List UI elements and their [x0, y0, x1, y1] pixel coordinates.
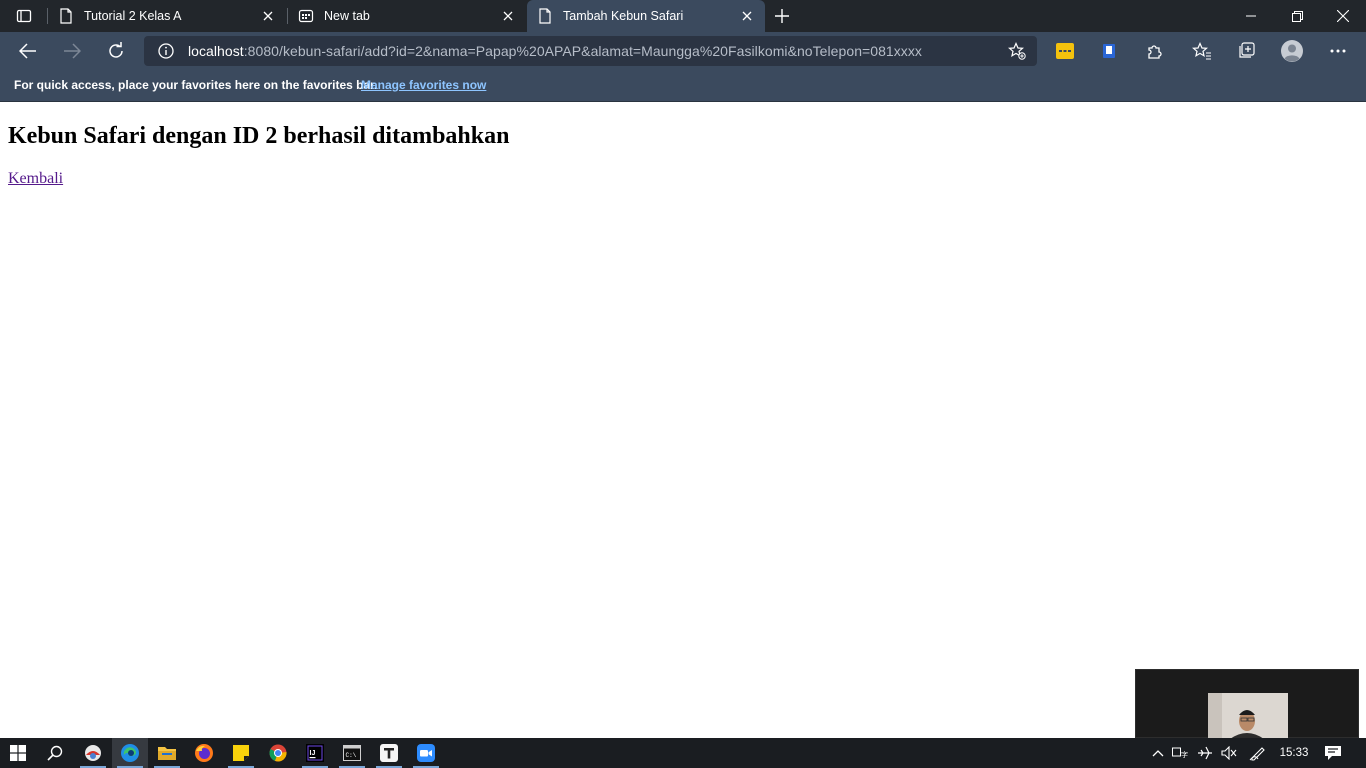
favorites-icon[interactable]	[1187, 36, 1217, 66]
reader-extension-icon[interactable]	[1094, 36, 1124, 66]
page-icon	[537, 8, 553, 24]
sticky-notes-icon[interactable]	[223, 738, 259, 768]
back-button[interactable]	[13, 36, 43, 66]
zoom-icon[interactable]	[408, 738, 444, 768]
add-favorite-icon[interactable]	[1007, 41, 1027, 61]
newtab-icon	[298, 8, 314, 24]
edge-icon[interactable]	[112, 738, 148, 768]
browser-toolbar: localhost:8080/kebun-safari/add?id=2&nam…	[0, 32, 1366, 70]
manage-favorites-link[interactable]: Manage favorites now	[361, 78, 486, 92]
tab-title: Tambah Kebun Safari	[563, 9, 684, 23]
language-icon[interactable]: 字	[1171, 738, 1191, 768]
collections-icon[interactable]	[1231, 36, 1261, 66]
tab-strip: Tutorial 2 Kelas A New tab Tambah Kebun …	[0, 0, 1366, 32]
close-icon[interactable]	[500, 8, 516, 24]
intellij-icon[interactable]: IJ	[297, 738, 333, 768]
restore-button[interactable]	[1274, 0, 1320, 32]
svg-text:IJ: IJ	[310, 750, 316, 757]
tab-tutorial[interactable]: Tutorial 2 Kelas A	[48, 0, 286, 32]
search-icon[interactable]	[37, 738, 73, 768]
tab-title: Tutorial 2 Kelas A	[84, 9, 182, 23]
more-menu-icon[interactable]	[1323, 36, 1353, 66]
file-explorer-icon[interactable]	[149, 738, 185, 768]
forward-button[interactable]	[57, 36, 87, 66]
page-heading: Kebun Safari dengan ID 2 berhasil ditamb…	[8, 123, 510, 149]
snipping-tool-icon[interactable]	[75, 738, 111, 768]
tab-actions-icon[interactable]	[10, 5, 38, 27]
svg-text:C:\: C:\	[346, 752, 357, 759]
pen-workspace-icon[interactable]	[1247, 738, 1269, 768]
page-content: Kebun Safari dengan ID 2 berhasil ditamb…	[0, 103, 1366, 738]
video-call-overlay[interactable]	[1135, 669, 1359, 739]
tab-title: New tab	[324, 9, 370, 23]
back-link[interactable]: Kembali	[8, 170, 63, 188]
minimize-button[interactable]	[1228, 0, 1274, 32]
volume-muted-icon[interactable]	[1219, 738, 1239, 768]
url-path: :8080/kebun-safari/add?id=2&nama=Papap%2…	[243, 43, 922, 59]
network-airplane-icon[interactable]	[1195, 738, 1215, 768]
url-host: localhost	[188, 43, 244, 59]
close-icon[interactable]	[260, 8, 276, 24]
profile-avatar-icon[interactable]	[1277, 36, 1307, 66]
close-icon[interactable]	[739, 8, 755, 24]
favorites-bar-message: For quick access, place your favorites h…	[14, 78, 378, 92]
typora-icon[interactable]	[371, 738, 407, 768]
windows-start-icon[interactable]	[0, 738, 36, 768]
favorites-bar: For quick access, place your favorites h…	[0, 70, 1366, 102]
show-hidden-icons-icon[interactable]	[1149, 738, 1167, 768]
windows-taskbar: IJ C:\ 字 15:33	[0, 738, 1366, 768]
taskbar-clock[interactable]: 15:33	[1272, 738, 1316, 768]
command-prompt-icon[interactable]: C:\	[334, 738, 370, 768]
chrome-icon[interactable]	[260, 738, 296, 768]
extensions-icon[interactable]	[1139, 36, 1169, 66]
close-window-button[interactable]	[1320, 0, 1366, 32]
notifications-icon[interactable]	[1320, 738, 1346, 768]
tab-tambah-kebun-safari[interactable]: Tambah Kebun Safari	[527, 0, 765, 32]
address-bar[interactable]: localhost:8080/kebun-safari/add?id=2&nam…	[144, 36, 1037, 66]
sticky-notes-extension-icon[interactable]	[1050, 36, 1080, 66]
url-text[interactable]: localhost:8080/kebun-safari/add?id=2&nam…	[188, 43, 922, 59]
webcam-thumbnail	[1208, 693, 1288, 739]
page-icon	[58, 8, 74, 24]
tab-new-tab[interactable]: New tab	[288, 0, 526, 32]
firefox-icon[interactable]	[186, 738, 222, 768]
new-tab-button[interactable]	[771, 5, 793, 27]
refresh-button[interactable]	[101, 36, 131, 66]
site-info-icon[interactable]	[156, 41, 176, 61]
svg-text:字: 字	[1181, 750, 1188, 759]
